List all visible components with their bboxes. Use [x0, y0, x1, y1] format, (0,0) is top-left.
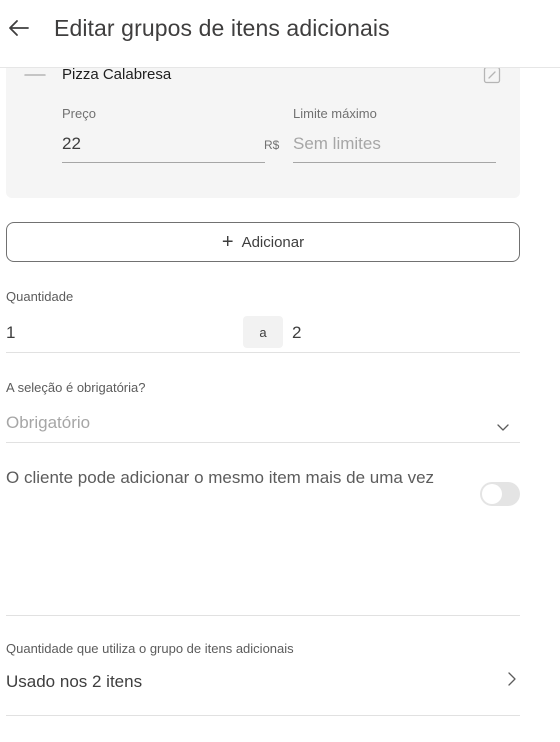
- quantity-separator: a: [243, 316, 283, 348]
- currency-label: R$: [264, 138, 280, 152]
- chevron-right-icon: [508, 672, 516, 686]
- divider: [6, 442, 520, 443]
- additional-item-card: Pizza Calabresa Preço Limite máximo 22 R…: [6, 68, 520, 198]
- divider: [6, 615, 520, 616]
- chevron-down-icon: [497, 424, 509, 431]
- page-title: Editar grupos de itens adicionais: [54, 15, 390, 41]
- edit-icon[interactable]: [483, 68, 501, 84]
- quantity-label: Quantidade: [6, 289, 74, 304]
- divider: [6, 352, 520, 353]
- repeat-item-toggle[interactable]: [480, 482, 520, 506]
- plus-icon: +: [221, 231, 234, 253]
- required-label: A seleção é obrigatória?: [6, 380, 146, 395]
- divider: [6, 715, 520, 716]
- usage-row[interactable]: Usado nos 2 itens: [6, 662, 520, 700]
- quantity-max-input[interactable]: 2: [292, 323, 301, 343]
- toggle-knob: [482, 484, 502, 504]
- usage-value: Usado nos 2 itens: [6, 672, 143, 691]
- required-select[interactable]: Obrigatório: [6, 404, 520, 442]
- quantity-min-input[interactable]: 1: [6, 323, 15, 343]
- max-limit-input[interactable]: Sem limites: [293, 128, 496, 163]
- required-value: Obrigatório: [6, 413, 91, 432]
- max-limit-label: Limite máximo: [293, 106, 377, 121]
- price-label: Preço: [62, 106, 96, 121]
- usage-label: Quantidade que utiliza o grupo de itens …: [6, 641, 294, 656]
- arrow-left-icon[interactable]: [6, 15, 32, 41]
- add-button-label: Adicionar: [241, 233, 305, 251]
- header: Editar grupos de itens adicionais: [0, 0, 560, 68]
- drag-handle-icon[interactable]: [24, 68, 46, 82]
- add-item-button[interactable]: + Adicionar: [6, 222, 520, 262]
- item-name: Pizza Calabresa: [62, 68, 172, 83]
- repeat-item-description: O cliente pode adicionar o mesmo item ma…: [6, 468, 435, 487]
- price-input[interactable]: 22: [62, 128, 265, 163]
